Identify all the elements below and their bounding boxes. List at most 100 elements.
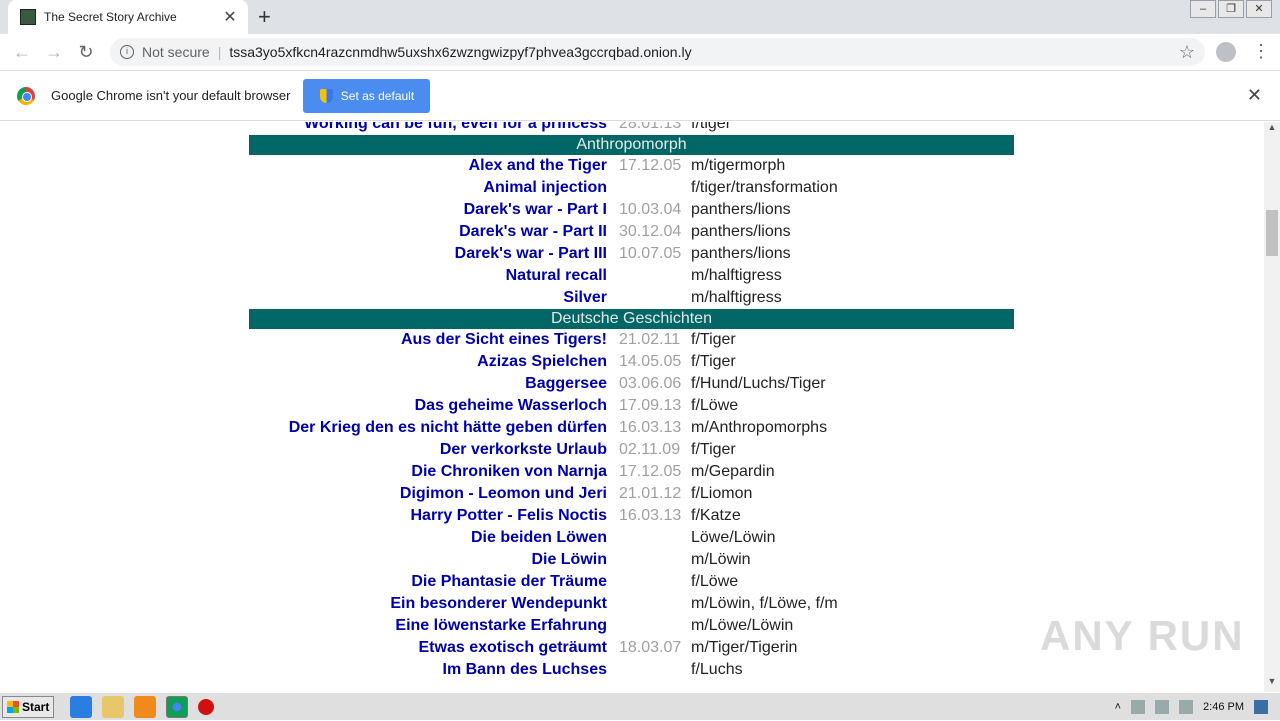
story-title-link[interactable]: Ein besonderer Wendepunkt — [249, 593, 613, 615]
story-title-link[interactable]: Der Krieg den es nicht hätte geben dürfe… — [249, 417, 613, 439]
story-date — [613, 527, 685, 549]
story-category: m/Löwin, f/Löwe, f/m — [691, 595, 838, 612]
default-browser-infobar: Google Chrome isn't your default browser… — [0, 70, 1280, 121]
set-as-default-button[interactable]: Set as default — [303, 78, 431, 113]
story-category: panthers/lions — [691, 223, 791, 240]
close-icon[interactable]: ✕ — [220, 7, 240, 27]
section-heading: Deutsche Geschichten — [249, 309, 1014, 329]
story-title-link[interactable]: Harry Potter - Felis Noctis — [249, 505, 613, 527]
story-date: 28.01.13 — [619, 122, 682, 132]
story-title-link[interactable]: Eine löwenstarke Erfahrung — [249, 615, 613, 637]
forward-icon[interactable]: → — [38, 42, 70, 63]
section-header-row: Anthropomorph — [249, 135, 1014, 155]
story-date — [613, 549, 685, 571]
story-row: Natural recall m/halftigress — [249, 265, 1014, 287]
vertical-scrollbar[interactable]: ▲ ▼ — [1264, 122, 1280, 692]
window-close-icon[interactable]: ✕ — [1246, 0, 1272, 18]
story-category: f/Katze — [691, 507, 741, 524]
restore-icon[interactable]: ❐ — [1218, 0, 1244, 18]
story-title-link[interactable]: Animal injection — [249, 177, 613, 199]
url-text: tssa3yo5xfkcn4razcnmdhw5uxshx6zwzngwizpy… — [229, 44, 692, 60]
divider: | — [217, 44, 222, 60]
story-category: m/Tiger/Tigerin — [691, 639, 798, 656]
story-title-link[interactable]: Darek's war - Part II — [249, 221, 613, 243]
profile-avatar-icon[interactable] — [1216, 42, 1236, 62]
story-title-link[interactable]: Aus der Sicht eines Tigers! — [249, 329, 613, 351]
story-title-link[interactable]: Das geheime Wasserloch — [249, 395, 613, 417]
story-title-link[interactable]: Digimon - Leomon und Jeri — [249, 483, 613, 505]
infobar-close-icon[interactable]: ✕ — [1247, 85, 1262, 106]
new-tab-icon[interactable]: + — [258, 4, 271, 30]
story-title-link[interactable]: Im Bann des Luchses — [249, 659, 613, 681]
browser-tab[interactable]: The Secret Story Archive ✕ — [8, 0, 248, 34]
story-title-link[interactable]: Darek's war - Part I — [249, 199, 613, 221]
flag-icon[interactable] — [1179, 700, 1194, 714]
story-title-link[interactable]: Der verkorkste Urlaub — [249, 439, 613, 461]
story-row: Ein besonderer Wendepunkt m/Löwin, f/Löwe… — [249, 593, 1014, 615]
story-category: f/Löwe — [691, 573, 739, 590]
story-row: Alex and the Tiger 17.12.05 m/tigermorph — [249, 155, 1014, 177]
story-title-link[interactable]: Etwas exotisch geträumt — [249, 637, 613, 659]
menu-icon[interactable]: ⋮ — [1252, 41, 1270, 62]
story-date — [613, 615, 685, 637]
story-category: m/halftigress — [691, 267, 782, 284]
story-title-link[interactable]: Baggersee — [249, 373, 613, 395]
story-date — [613, 265, 685, 287]
story-title-link[interactable]: Alex and the Tiger — [249, 155, 613, 177]
scroll-down-icon[interactable]: ▼ — [1264, 676, 1280, 692]
start-button[interactable]: Start — [2, 695, 54, 718]
chrome-taskbar-icon[interactable] — [166, 695, 188, 718]
story-date: 30.12.04 — [619, 223, 682, 240]
back-icon[interactable]: ← — [6, 42, 38, 63]
story-title-link[interactable]: Die beiden Löwen — [249, 527, 613, 549]
tray-expand-icon[interactable]: ˄ — [1115, 701, 1121, 713]
watermark-logo: ANY RUN — [1040, 612, 1245, 659]
minimize-icon[interactable]: – — [1190, 0, 1216, 18]
story-row: Das geheime Wasserloch 17.09.13 f/Löwe — [249, 395, 1014, 417]
story-title-link[interactable]: Azizas Spielchen — [249, 351, 613, 373]
chrome-logo-icon — [17, 86, 35, 105]
story-title-link[interactable]: Natural recall — [249, 265, 613, 287]
show-desktop-icon[interactable] — [1254, 700, 1268, 714]
system-tray: ˄ 2:46 PM — [1115, 693, 1280, 721]
story-title-link[interactable]: Die Phantasie der Träume — [249, 571, 613, 593]
story-title-link[interactable]: Working can be fun, even for a princess — [249, 122, 613, 135]
story-title-link[interactable]: Darek's war - Part III — [249, 243, 613, 265]
address-bar[interactable]: i Not secure | tssa3yo5xfkcn4razcnmdhw5u… — [110, 38, 1205, 66]
story-category: m/Löwe/Löwin — [691, 617, 794, 634]
story-title-link[interactable]: Silver — [249, 287, 613, 309]
story-row: Digimon - Leomon und Jeri 21.01.12 f/Liomo… — [249, 483, 1014, 505]
info-icon[interactable]: i — [120, 45, 134, 59]
story-category: f/Liomon — [691, 485, 753, 502]
story-date — [613, 177, 685, 199]
scroll-up-icon[interactable]: ▲ — [1264, 122, 1280, 138]
story-date: 21.02.11 — [619, 331, 681, 348]
explorer-folder-icon[interactable] — [102, 695, 124, 718]
story-title-link[interactable]: Die Löwin — [249, 549, 613, 571]
story-date: 16.03.13 — [619, 507, 682, 524]
scroll-thumb[interactable] — [1266, 210, 1278, 256]
ie-icon[interactable] — [70, 695, 92, 718]
alert-icon[interactable] — [198, 698, 214, 715]
story-row: Azizas Spielchen 14.05.05 f/Tiger — [249, 351, 1014, 373]
windows-logo-icon — [7, 700, 19, 713]
story-date: 18.03.07 — [619, 639, 682, 656]
story-category: f/tiger — [691, 122, 732, 132]
story-category: f/Tiger — [691, 353, 736, 370]
story-date: 17.12.05 — [619, 157, 682, 174]
story-category: Löwe/Löwin — [691, 529, 776, 546]
bookmark-star-icon[interactable]: ☆ — [1179, 42, 1195, 63]
reload-icon[interactable]: ↻ — [70, 42, 102, 63]
volume-icon[interactable] — [1131, 700, 1146, 714]
story-date — [613, 593, 685, 615]
story-row: Darek's war - Part I 10.03.04 panthers/lio… — [249, 199, 1014, 221]
media-player-icon[interactable] — [134, 695, 156, 718]
story-row: Der Krieg den es nicht hätte geben dürfe… — [249, 417, 1014, 439]
network-icon[interactable] — [1155, 700, 1170, 714]
story-date — [613, 659, 685, 681]
story-title-link[interactable]: Die Chroniken von Narnja — [249, 461, 613, 483]
story-row: Im Bann des Luchses f/Luchs — [249, 659, 1014, 681]
story-date: 17.12.05 — [619, 463, 682, 480]
story-date: 17.09.13 — [619, 397, 682, 414]
story-row: Darek's war - Part III 10.07.05 panthers/l… — [249, 243, 1014, 265]
